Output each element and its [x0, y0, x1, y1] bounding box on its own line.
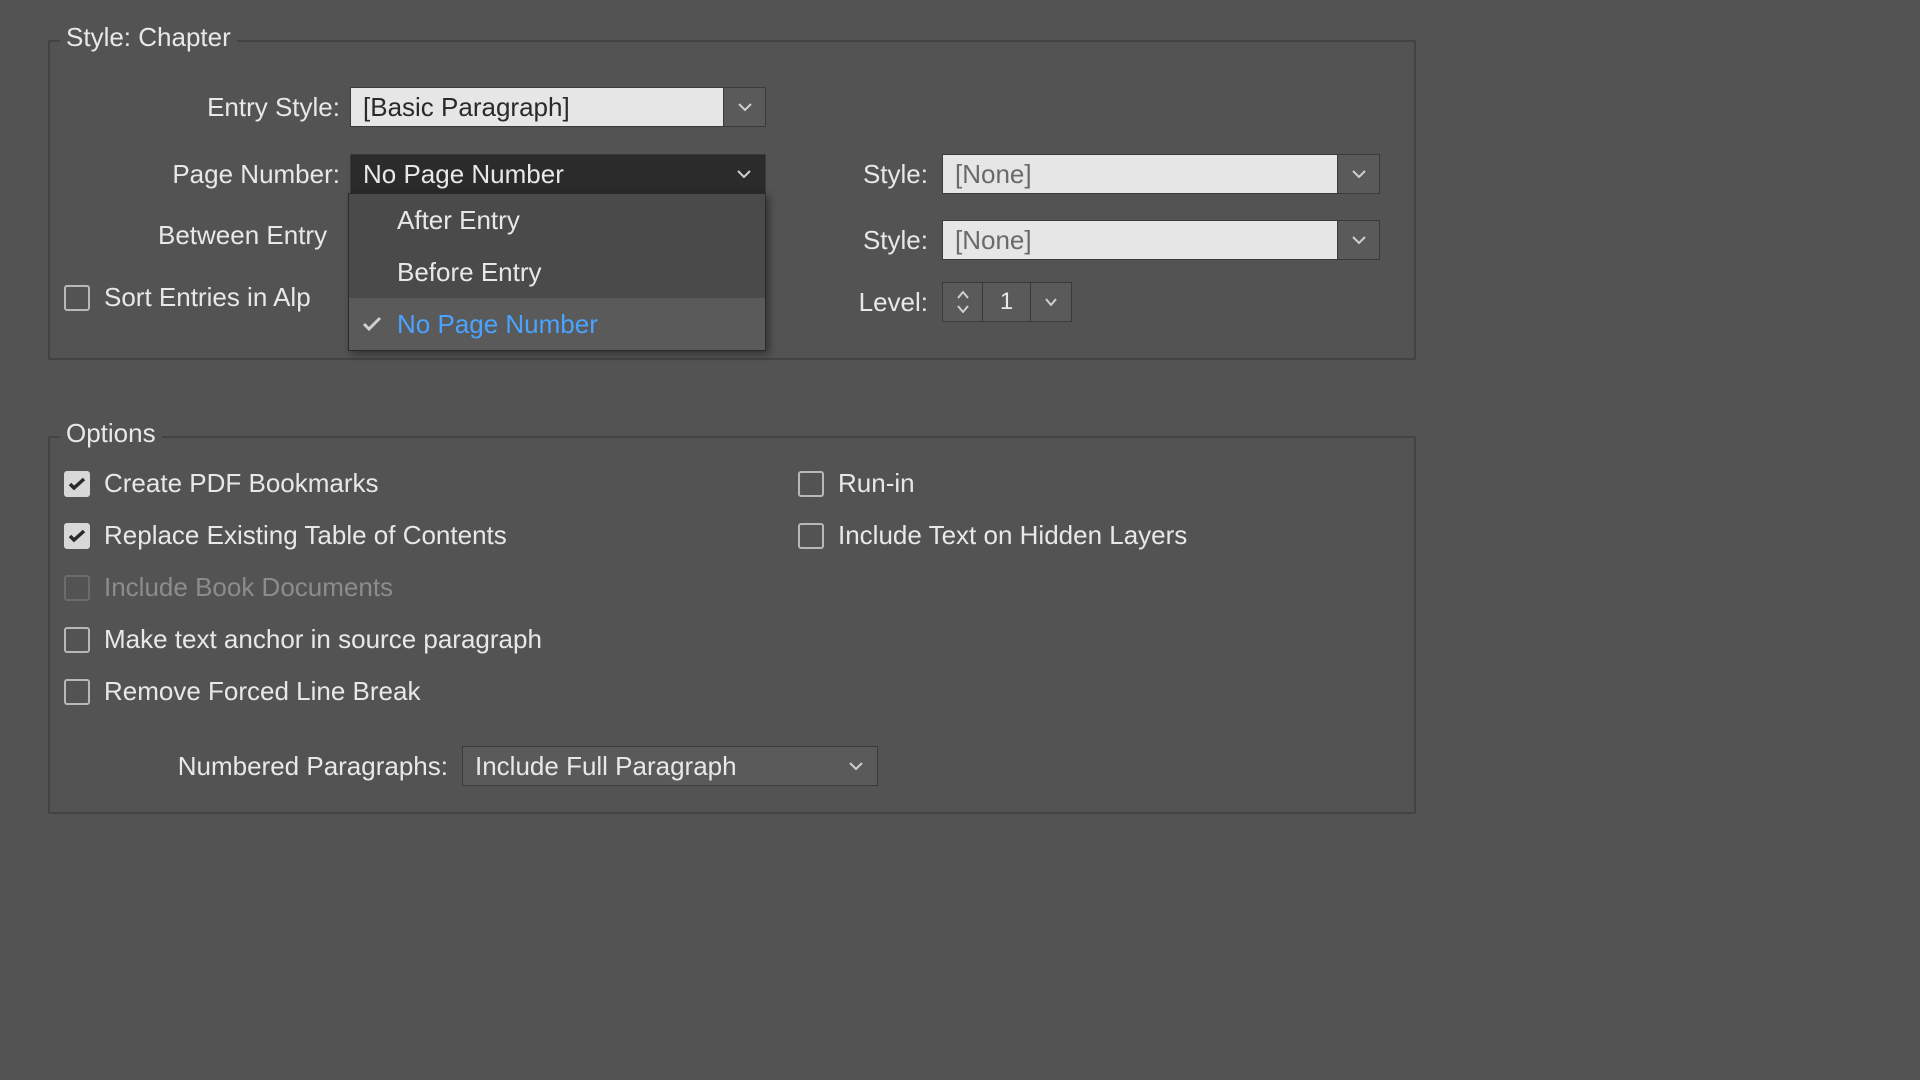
level-stepper[interactable]: 1: [942, 282, 1072, 322]
page-number-dropdown[interactable]: No Page Number: [350, 154, 766, 194]
sort-entries-checkbox[interactable]: [64, 285, 90, 311]
page-number-option-before[interactable]: Before Entry: [349, 246, 765, 298]
hidden-layers-checkbox[interactable]: [798, 523, 824, 549]
check-icon: [361, 313, 383, 335]
numbered-paragraphs-dropdown[interactable]: Include Full Paragraph: [462, 746, 878, 786]
remove-break-label: Remove Forced Line Break: [104, 676, 420, 707]
style1-value: [None]: [943, 159, 1337, 190]
entry-style-label: Entry Style:: [50, 92, 340, 123]
run-in-checkbox[interactable]: [798, 471, 824, 497]
chevron-down-icon: [723, 155, 765, 193]
page-number-dropdown-list: After Entry Before Entry No Page Number: [348, 193, 766, 351]
hidden-layers-label: Include Text on Hidden Layers: [838, 520, 1187, 551]
style2-dropdown[interactable]: [None]: [942, 220, 1380, 260]
level-label: Level:: [840, 287, 928, 318]
page-number-option-none[interactable]: No Page Number: [349, 298, 765, 350]
style2-value: [None]: [943, 225, 1337, 256]
run-in-label: Run-in: [838, 468, 915, 499]
option-label: No Page Number: [397, 309, 598, 340]
page-number-value: No Page Number: [351, 159, 723, 190]
remove-break-checkbox[interactable]: [64, 679, 90, 705]
page-number-label: Page Number:: [50, 159, 340, 190]
include-book-label: Include Book Documents: [104, 572, 393, 603]
style2-label: Style:: [848, 225, 928, 256]
between-entry-label: Between Entry: [50, 220, 366, 251]
include-book-checkbox: [64, 575, 90, 601]
replace-toc-checkbox[interactable]: [64, 523, 90, 549]
entry-style-dropdown[interactable]: [Basic Paragraph]: [350, 87, 766, 127]
create-pdf-label: Create PDF Bookmarks: [104, 468, 379, 499]
stepper-updown[interactable]: [943, 283, 983, 321]
replace-toc-label: Replace Existing Table of Contents: [104, 520, 507, 551]
chevron-down-icon: [835, 747, 877, 785]
style-fieldset-title: Style: Chapter: [60, 22, 237, 53]
text-anchor-label: Make text anchor in source paragraph: [104, 624, 542, 655]
numbered-paragraphs-label: Numbered Paragraphs:: [50, 751, 448, 782]
options-fieldset: Options Create PDF Bookmarks Replace Exi…: [48, 436, 1416, 814]
style1-label: Style:: [848, 159, 928, 190]
style1-dropdown[interactable]: [None]: [942, 154, 1380, 194]
level-value[interactable]: 1: [983, 283, 1031, 321]
chevron-down-icon: [723, 88, 765, 126]
page-number-option-after[interactable]: After Entry: [349, 194, 765, 246]
text-anchor-checkbox[interactable]: [64, 627, 90, 653]
create-pdf-checkbox[interactable]: [64, 471, 90, 497]
chevron-down-icon: [1337, 221, 1379, 259]
numbered-paragraphs-value: Include Full Paragraph: [463, 751, 835, 782]
chevron-down-icon: [1337, 155, 1379, 193]
options-fieldset-title: Options: [60, 418, 162, 449]
entry-style-value: [Basic Paragraph]: [351, 92, 723, 123]
option-label: Before Entry: [397, 257, 542, 288]
stepper-dropdown[interactable]: [1031, 283, 1071, 321]
sort-entries-label: Sort Entries in Alp: [104, 282, 311, 313]
option-label: After Entry: [397, 205, 520, 236]
